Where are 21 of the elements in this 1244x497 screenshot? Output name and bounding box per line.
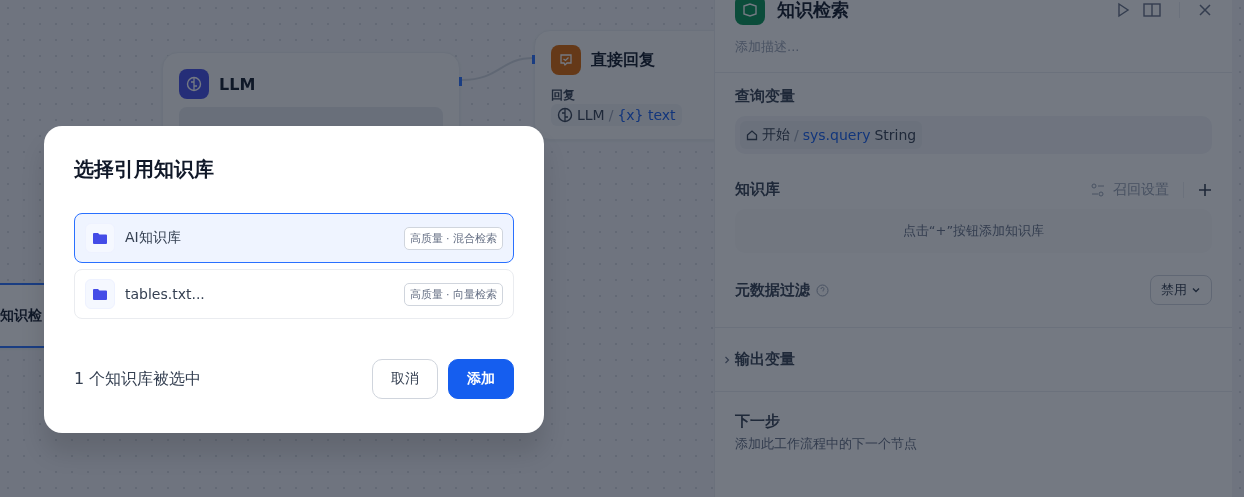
variable-chip: LLM / {x} text (551, 104, 682, 126)
selection-count: 1 个知识库被选中 (74, 368, 203, 390)
node-title: 直接回复 (591, 49, 655, 71)
panel-title: 知识检索 (777, 0, 850, 22)
query-variable-field[interactable]: 开始 / sys.query String (735, 116, 1212, 154)
index-tag: 高质量 · 混合检索 (403, 226, 503, 250)
section-title: 输出变量 (735, 350, 795, 369)
section-title: 查询变量 (735, 87, 796, 106)
section-title: 下一步 (735, 412, 781, 431)
node-title: 知识检 (0, 306, 42, 325)
knowledge-node[interactable]: 知识检 (0, 283, 44, 348)
field-label: 回复 (551, 87, 576, 104)
knowledge-base-item[interactable]: AI知识库 高质量 · 混合检索 (74, 213, 514, 263)
section-title: 元数据过滤 (735, 280, 810, 300)
add-button[interactable]: 添加 (448, 359, 514, 399)
filter-dropdown[interactable]: 禁用 (1150, 275, 1212, 305)
section-title: 知识库 (735, 180, 780, 199)
cancel-button[interactable]: 取消 (372, 359, 438, 399)
index-tag: 高质量 · 向量检索 (403, 282, 503, 306)
knowledge-base-item[interactable]: tables.txt... 高质量 · 向量检索 (74, 269, 514, 319)
node-title: LLM (219, 74, 256, 94)
